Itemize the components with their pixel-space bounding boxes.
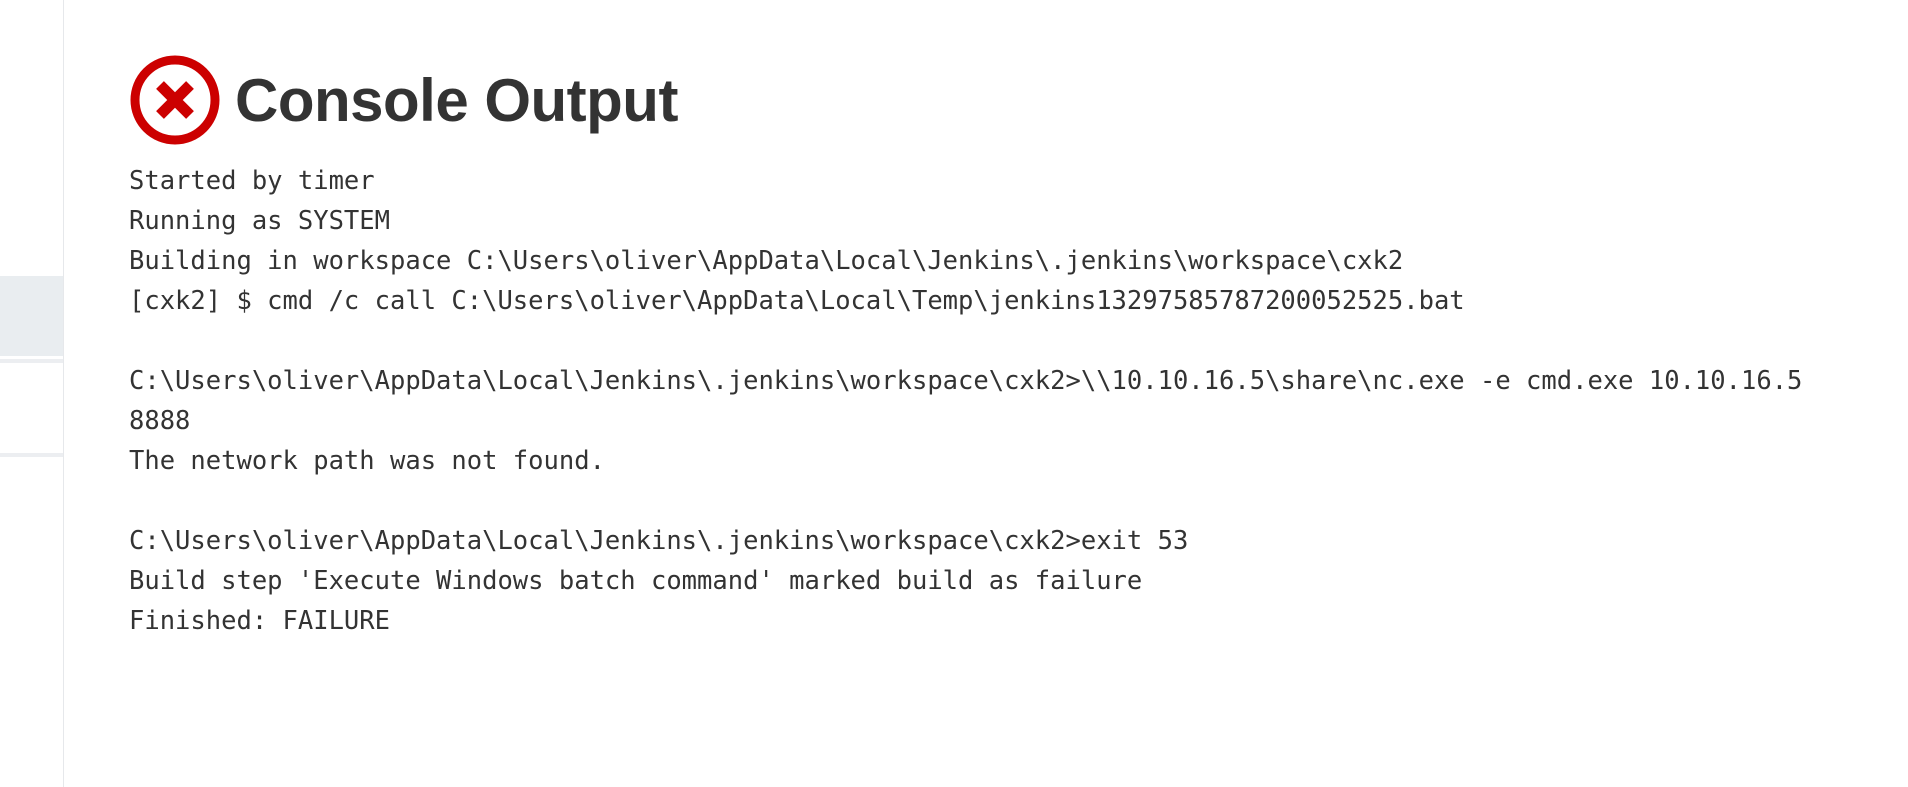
console-line: Build step 'Execute Windows batch comman… bbox=[129, 566, 1143, 596]
sidebar-divider bbox=[0, 453, 63, 457]
console-line: Finished: FAILURE bbox=[129, 606, 390, 636]
page-heading: Console Output bbox=[129, 53, 1908, 147]
console-line: The network path was not found. bbox=[129, 446, 605, 476]
main-panel: Console Output Started by timer Running a… bbox=[129, 53, 1908, 641]
console-output: Started by timer Running as SYSTEM Buildin… bbox=[129, 161, 1899, 641]
console-line: [cxk2] $ cmd /c call C:\Users\oliver\App… bbox=[129, 286, 1465, 316]
console-line: Started by timer bbox=[129, 166, 375, 196]
sidebar-divider bbox=[0, 359, 63, 363]
console-line: Running as SYSTEM bbox=[129, 206, 390, 236]
error-icon bbox=[130, 55, 220, 145]
page-title: Console Output bbox=[235, 67, 678, 134]
console-line: C:\Users\oliver\AppData\Local\Jenkins\.j… bbox=[129, 526, 1189, 556]
console-line: C:\Users\oliver\AppData\Local\Jenkins\.j… bbox=[129, 366, 1803, 396]
console-line: Building in workspace C:\Users\oliver\Ap… bbox=[129, 246, 1404, 276]
page: Console Output Started by timer Running a… bbox=[0, 0, 1908, 787]
sidebar-item-active[interactable] bbox=[0, 276, 63, 356]
console-line: 8888 bbox=[129, 406, 191, 436]
sidebar bbox=[0, 0, 64, 787]
